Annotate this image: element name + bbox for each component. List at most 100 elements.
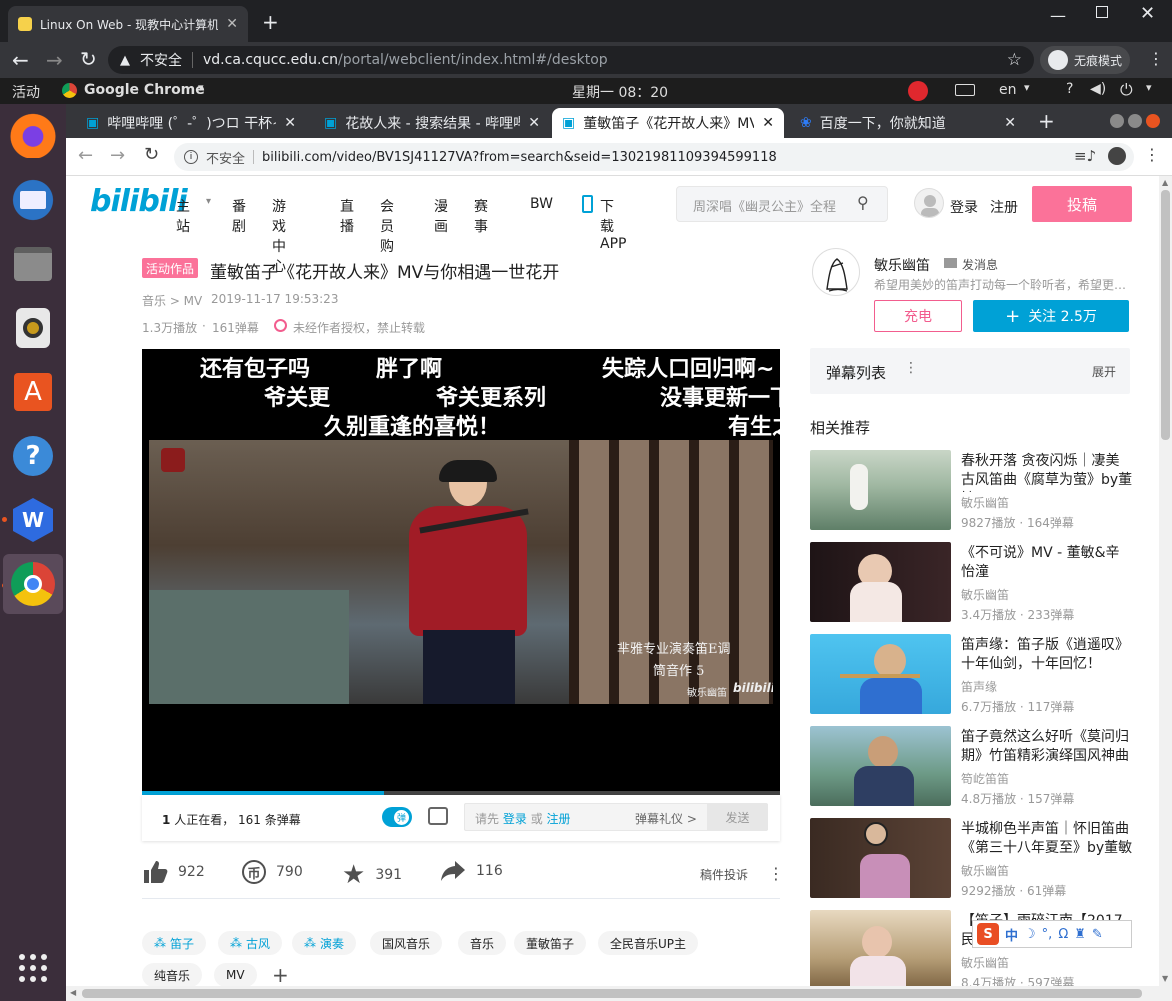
ime-mode[interactable]: 中 bbox=[1005, 925, 1018, 944]
reload-icon[interactable]: ↻ bbox=[80, 47, 97, 71]
forward-icon[interactable]: → bbox=[110, 145, 125, 166]
favorite-button[interactable]: ★ 391 bbox=[342, 860, 402, 890]
menu-dots-icon[interactable]: ⋮ bbox=[1144, 145, 1160, 164]
incognito-indicator[interactable]: 无痕模式 bbox=[1040, 46, 1130, 74]
uploader-name[interactable]: 敏乐幽笛 bbox=[874, 255, 930, 275]
inner-tab-1[interactable]: ▣ 哔哩哔哩 (゜-゜)つロ 干杯~ ✕ bbox=[76, 108, 306, 138]
close-window-button[interactable]: ✕ bbox=[1140, 3, 1155, 24]
nav-live[interactable]: 直播 bbox=[340, 196, 354, 236]
keyboard-icon[interactable] bbox=[955, 84, 975, 96]
close-icon[interactable]: ✕ bbox=[284, 115, 296, 131]
scroll-up-icon[interactable]: ▲ bbox=[1162, 178, 1168, 187]
ime-toolbar[interactable]: S 中 ☽ °, Ω ♜ ✎ bbox=[972, 920, 1132, 948]
nav-bangumi[interactable]: 番剧 bbox=[232, 196, 246, 236]
related-item-title[interactable]: 《不可说》MV - 董敏&辛怡潼 bbox=[961, 544, 1133, 582]
wrench-icon[interactable]: ✎ bbox=[1092, 927, 1103, 942]
video-thumbnail[interactable] bbox=[810, 634, 951, 714]
netease-icon[interactable] bbox=[908, 81, 928, 101]
tag-item[interactable]: 董敏笛子 bbox=[514, 931, 587, 955]
close-icon[interactable] bbox=[1146, 114, 1160, 128]
nav-bw[interactable]: BW bbox=[530, 196, 553, 212]
menu-dots-icon[interactable]: ⋮ bbox=[1148, 49, 1164, 68]
danmaku-list-panel[interactable]: 弹幕列表 ⋮ 展开 bbox=[810, 348, 1130, 394]
register-link[interactable]: 注册 bbox=[990, 197, 1018, 217]
app-menu[interactable]: Google Chrome bbox=[84, 82, 205, 98]
list-item[interactable]: 春秋开落 贪夜闪烁｜凄美古风笛曲《腐草为萤》by董敏 敏乐幽笛 9827播放 ·… bbox=[810, 450, 1140, 530]
related-item-title[interactable]: 春秋开落 贪夜闪烁｜凄美古风笛曲《腐草为萤》by董敏 bbox=[961, 452, 1133, 492]
related-item-up[interactable]: 敏乐幽笛 bbox=[961, 586, 1009, 603]
more-icon[interactable]: ⋮ bbox=[768, 864, 784, 883]
follow-button[interactable]: + 关注 2.5万 bbox=[973, 300, 1129, 332]
nav-manga[interactable]: 漫画 bbox=[434, 196, 448, 236]
search-input[interactable]: 周深唱《幽灵公主》全程 bbox=[693, 196, 839, 215]
volume-icon[interactable]: ◀) bbox=[1090, 81, 1106, 97]
expand-link[interactable]: 展开 bbox=[1092, 363, 1116, 380]
close-icon[interactable]: ✕ bbox=[762, 115, 774, 131]
minimize-button[interactable]: — bbox=[1050, 6, 1066, 25]
video-category[interactable]: 音乐 > MV bbox=[142, 292, 202, 309]
files-icon[interactable] bbox=[9, 240, 57, 288]
video-thumbnail[interactable] bbox=[810, 910, 951, 986]
danmaku-toggle[interactable]: 弹 bbox=[382, 807, 412, 827]
bilibili-logo[interactable]: bilibili bbox=[90, 184, 188, 219]
related-item-title[interactable]: 半城柳色半声笛｜怀旧笛曲《第三十八年夏至》by董敏 bbox=[961, 820, 1133, 858]
network-icon[interactable]: ? bbox=[1066, 81, 1073, 97]
search-box[interactable]: 周深唱《幽灵公主》全程 ⚲ bbox=[676, 186, 888, 222]
charge-button[interactable]: 充电 bbox=[874, 300, 962, 332]
tag-item[interactable]: 全民音乐UP主 bbox=[598, 931, 699, 955]
scroll-left-icon[interactable]: ◀ bbox=[70, 988, 76, 997]
more-icon[interactable]: ⋮ bbox=[904, 360, 918, 376]
tag-item[interactable]: ⁂ 古风 bbox=[218, 931, 283, 955]
related-item-up[interactable]: 敏乐幽笛 bbox=[961, 862, 1009, 879]
reload-icon[interactable]: ↻ bbox=[144, 144, 159, 165]
list-item[interactable]: 笛声缘：笛子版《逍遥叹》十年仙剑，十年回忆！ 笛声缘 6.7万播放 · 117弹… bbox=[810, 634, 1140, 714]
back-icon[interactable]: ← bbox=[12, 48, 29, 72]
outer-address-bar[interactable]: ▲ 不安全 vd.ca.cqucc.edu.cn/portal/webclien… bbox=[108, 46, 1034, 74]
outer-tab[interactable]: Linux On Web - 现教中心计算机 ✕ bbox=[8, 6, 248, 42]
window-controls[interactable] bbox=[1110, 114, 1160, 128]
chrome-icon[interactable] bbox=[3, 554, 63, 614]
thunderbird-icon[interactable] bbox=[9, 176, 57, 224]
nav-mall[interactable]: 会员购 bbox=[380, 196, 394, 256]
show-apps-icon[interactable] bbox=[9, 944, 57, 992]
tag-item[interactable]: ⁂ 演奏 bbox=[292, 931, 357, 955]
language-selector[interactable]: en bbox=[999, 82, 1017, 98]
inner-tab-3[interactable]: ▣ 董敏笛子《花开故人来》MV ✕ bbox=[552, 108, 784, 138]
message-link[interactable]: 发消息 bbox=[962, 256, 998, 273]
profile-icon[interactable] bbox=[1108, 147, 1126, 165]
horizontal-scrollbar[interactable]: ◀ bbox=[66, 986, 1172, 1001]
maximize-button[interactable] bbox=[1096, 6, 1108, 18]
list-item[interactable]: 《不可说》MV - 董敏&辛怡潼 敏乐幽笛 3.4万播放 · 233弹幕 bbox=[810, 542, 1140, 622]
close-icon[interactable]: ✕ bbox=[528, 115, 540, 131]
nav-match[interactable]: 赛事 bbox=[474, 196, 488, 236]
scroll-thumb[interactable] bbox=[82, 989, 1142, 998]
list-item[interactable]: 半城柳色半声笛｜怀旧笛曲《第三十八年夏至》by董敏 敏乐幽笛 9292播放 · … bbox=[810, 818, 1140, 898]
nav-download-app[interactable]: 下载APP bbox=[600, 196, 626, 252]
tag-item[interactable]: MV bbox=[214, 963, 257, 986]
close-icon[interactable]: ✕ bbox=[226, 16, 238, 32]
moon-icon[interactable]: ☽ bbox=[1024, 927, 1036, 942]
rhythmbox-icon[interactable] bbox=[9, 304, 57, 352]
activities-button[interactable]: 活动 bbox=[12, 82, 40, 102]
uploader-avatar[interactable] bbox=[812, 248, 860, 296]
new-tab-button[interactable]: + bbox=[1038, 109, 1055, 133]
star-icon[interactable]: ☆ bbox=[1007, 50, 1022, 70]
input-register-link[interactable]: 注册 bbox=[547, 812, 571, 826]
input-login-link[interactable]: 登录 bbox=[503, 812, 527, 826]
firefox-icon[interactable] bbox=[9, 110, 57, 158]
send-button[interactable]: 发送 bbox=[707, 804, 768, 830]
sogou-logo[interactable]: S bbox=[977, 923, 999, 945]
back-icon[interactable]: ← bbox=[78, 145, 93, 166]
minimize-icon[interactable] bbox=[1110, 114, 1124, 128]
related-item-up[interactable]: 笛声缘 bbox=[961, 678, 997, 695]
tag-item[interactable]: 音乐 bbox=[458, 931, 507, 955]
related-item-title[interactable]: 笛声缘：笛子版《逍遥叹》十年仙剑，十年回忆！ bbox=[961, 636, 1133, 674]
software-center-icon[interactable]: A bbox=[9, 368, 57, 416]
search-icon[interactable]: ⚲ bbox=[857, 193, 869, 212]
list-item[interactable]: 笛子竟然这么好听《莫问归期》竹笛精彩演绎国风神曲 笱屹笛笛 4.8万播放 · 1… bbox=[810, 726, 1140, 806]
video-thumbnail[interactable] bbox=[810, 450, 951, 530]
scroll-thumb[interactable] bbox=[1161, 190, 1170, 440]
tag-item[interactable]: 纯音乐 bbox=[142, 963, 203, 986]
danmaku-settings-icon[interactable] bbox=[428, 807, 448, 825]
scroll-down-icon[interactable]: ▼ bbox=[1162, 974, 1168, 983]
